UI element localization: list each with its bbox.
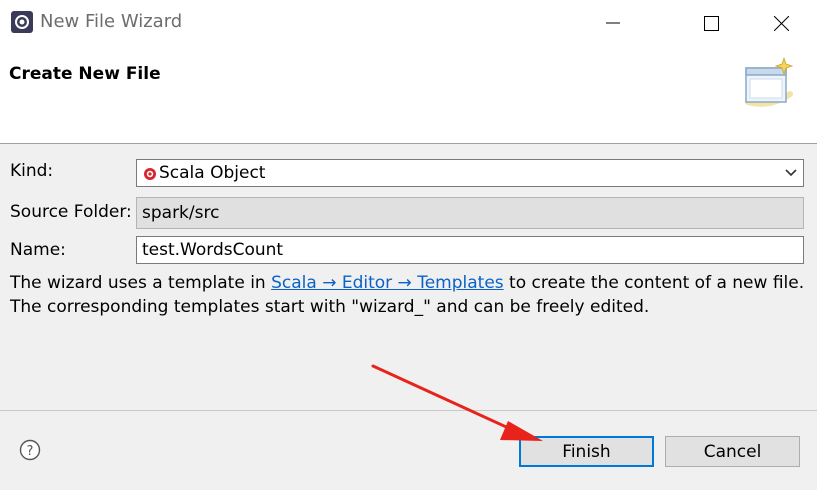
window-title: New File Wizard xyxy=(40,11,183,32)
description-text-suffix: to create the content of a new file. xyxy=(503,273,805,293)
help-icon[interactable]: ? xyxy=(19,439,41,461)
cancel-button[interactable]: Cancel xyxy=(665,436,800,467)
separator xyxy=(0,410,817,411)
template-description: The wizard uses a template in Scala → Ed… xyxy=(10,271,815,319)
close-icon xyxy=(773,15,789,31)
scala-icon xyxy=(144,168,156,180)
kind-label: Kind: xyxy=(10,161,54,181)
templates-preference-link[interactable]: Scala → Editor → Templates xyxy=(271,273,504,293)
new-file-wizard-banner-icon xyxy=(745,56,794,107)
svg-text:?: ? xyxy=(27,444,34,459)
page-title: Create New File xyxy=(9,64,161,84)
description-line-2: The corresponding templates start with "… xyxy=(10,297,650,317)
name-input[interactable]: test.WordsCount xyxy=(136,236,804,264)
maximize-icon xyxy=(703,15,719,31)
description-text-prefix: The wizard uses a template in xyxy=(10,273,272,293)
finish-button[interactable]: Finish xyxy=(519,436,654,467)
close-button[interactable] xyxy=(758,8,804,38)
source-folder-label: Source Folder: xyxy=(10,202,132,222)
kind-dropdown-toggle[interactable] xyxy=(779,160,803,186)
wizard-header: Create New File xyxy=(0,46,817,144)
minimize-icon xyxy=(606,22,620,24)
maximize-button[interactable] xyxy=(688,8,734,38)
minimize-button[interactable] xyxy=(590,8,636,38)
source-folder-field: spark/src xyxy=(136,197,804,229)
chevron-down-icon xyxy=(785,169,797,177)
name-label: Name: xyxy=(10,240,66,260)
eclipse-app-icon xyxy=(11,11,33,33)
title-bar: New File Wizard xyxy=(0,0,817,46)
kind-select[interactable]: Scala Object xyxy=(136,159,804,187)
kind-selected-value: Scala Object xyxy=(159,163,266,183)
